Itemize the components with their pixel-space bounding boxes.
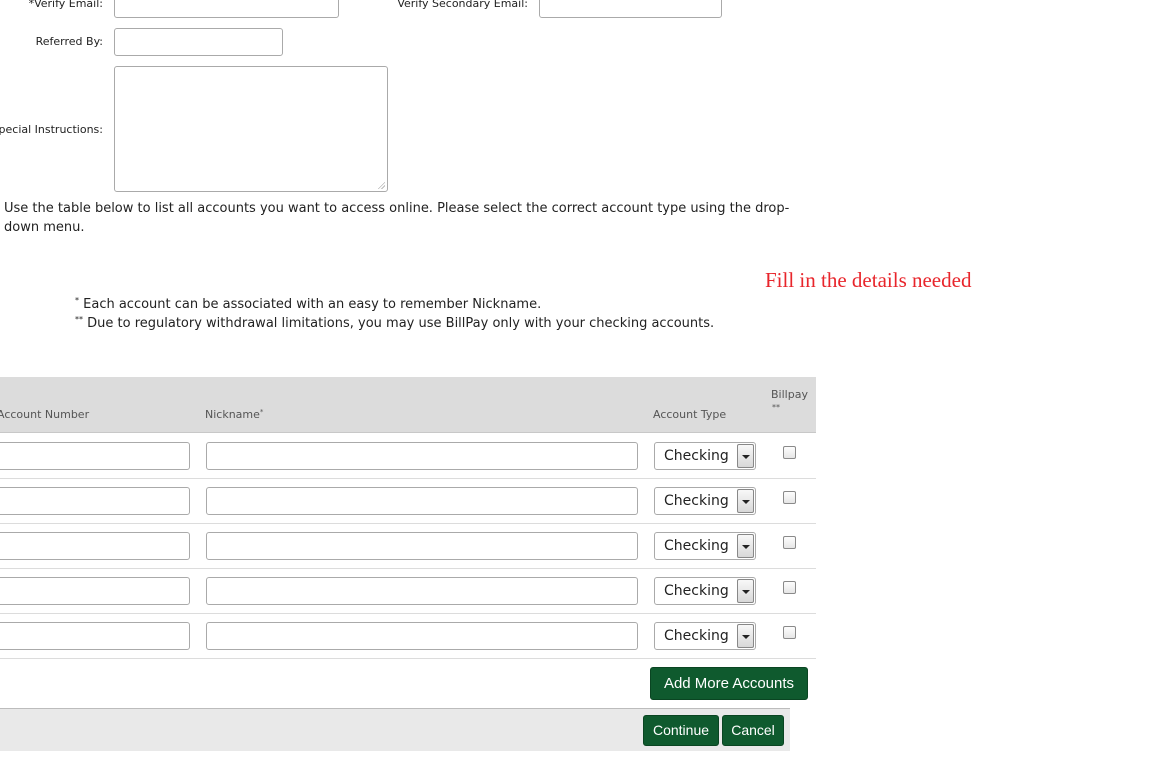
header-account-type: Account Type	[653, 408, 727, 421]
billpay-checkbox[interactable]	[783, 491, 796, 504]
account-type-value: Checking	[664, 538, 729, 554]
billpay-note-text: Due to regulatory withdrawal limitations…	[83, 316, 715, 331]
account-type-value: Checking	[664, 448, 729, 464]
account-type-value: Checking	[664, 493, 729, 509]
cancel-button[interactable]: Cancel	[722, 715, 784, 746]
account-number-input[interactable]	[0, 577, 190, 605]
nickname-note-text: Each account can be associated with an e…	[79, 297, 542, 312]
dropdown-arrow-icon[interactable]	[737, 489, 754, 513]
header-nickname-mark: *	[259, 408, 264, 416]
billpay-note: ** Due to regulatory withdrawal limitati…	[75, 315, 714, 331]
header-billpay-mark: **	[772, 403, 780, 412]
hint-text: Fill in the details needed	[765, 268, 972, 292]
special-instructions-label: Special Instructions:	[0, 123, 103, 136]
referred-by-label: Referred By:	[35, 35, 103, 48]
dropdown-arrow-icon[interactable]	[737, 444, 754, 468]
header-nickname-label: Nickname	[205, 408, 260, 421]
nickname-input[interactable]	[206, 622, 638, 650]
nickname-input[interactable]	[206, 442, 638, 470]
account-type-select[interactable]: Checking	[654, 487, 756, 515]
account-instructions: Use the table below to list all accounts…	[4, 201, 790, 235]
account-number-input[interactable]	[0, 487, 190, 515]
account-number-input[interactable]	[0, 532, 190, 560]
account-type-select[interactable]: Checking	[654, 577, 756, 605]
header-account-number: Account Number	[0, 408, 90, 421]
add-more-accounts-button[interactable]: Add More Accounts	[650, 667, 808, 700]
account-number-input[interactable]	[0, 622, 190, 650]
header-billpay: Billpay	[771, 388, 808, 401]
nickname-input[interactable]	[206, 487, 638, 515]
note-marker: **	[75, 315, 83, 324]
account-type-select[interactable]: Checking	[654, 622, 756, 650]
continue-button[interactable]: Continue	[643, 715, 719, 746]
account-number-input[interactable]	[0, 442, 190, 470]
dropdown-arrow-icon[interactable]	[737, 624, 754, 648]
nickname-input[interactable]	[206, 532, 638, 560]
dropdown-arrow-icon[interactable]	[737, 579, 754, 603]
table-row: Checking	[0, 479, 816, 524]
verify-secondary-email-field[interactable]	[539, 0, 722, 18]
account-type-value: Checking	[664, 583, 729, 599]
billpay-checkbox[interactable]	[783, 536, 796, 549]
referred-by-field[interactable]	[114, 28, 283, 56]
verify-email-label: *Verify Email:	[28, 0, 103, 10]
billpay-checkbox[interactable]	[783, 581, 796, 594]
special-instructions-textarea[interactable]	[114, 66, 388, 192]
resize-grip-icon[interactable]	[377, 181, 385, 189]
form-footer: Continue Cancel	[0, 708, 790, 751]
table-row: Checking	[0, 614, 816, 659]
verify-secondary-email-label: Verify Secondary Email:	[397, 0, 528, 10]
billpay-checkbox[interactable]	[783, 626, 796, 639]
nickname-note: * Each account can be associated with an…	[75, 296, 541, 312]
header-nickname: Nickname*	[205, 408, 263, 421]
nickname-input[interactable]	[206, 577, 638, 605]
dropdown-arrow-icon[interactable]	[737, 534, 754, 558]
account-type-select[interactable]: Checking	[654, 532, 756, 560]
accounts-table-header: Account Number Nickname* Account Type Bi…	[0, 377, 816, 433]
verify-email-field[interactable]	[114, 0, 339, 18]
table-row: Checking	[0, 569, 816, 614]
billpay-checkbox[interactable]	[783, 446, 796, 459]
account-type-value: Checking	[664, 628, 729, 644]
table-row: Checking	[0, 524, 816, 569]
account-type-select[interactable]: Checking	[654, 442, 756, 470]
table-row: Checking	[0, 434, 816, 479]
